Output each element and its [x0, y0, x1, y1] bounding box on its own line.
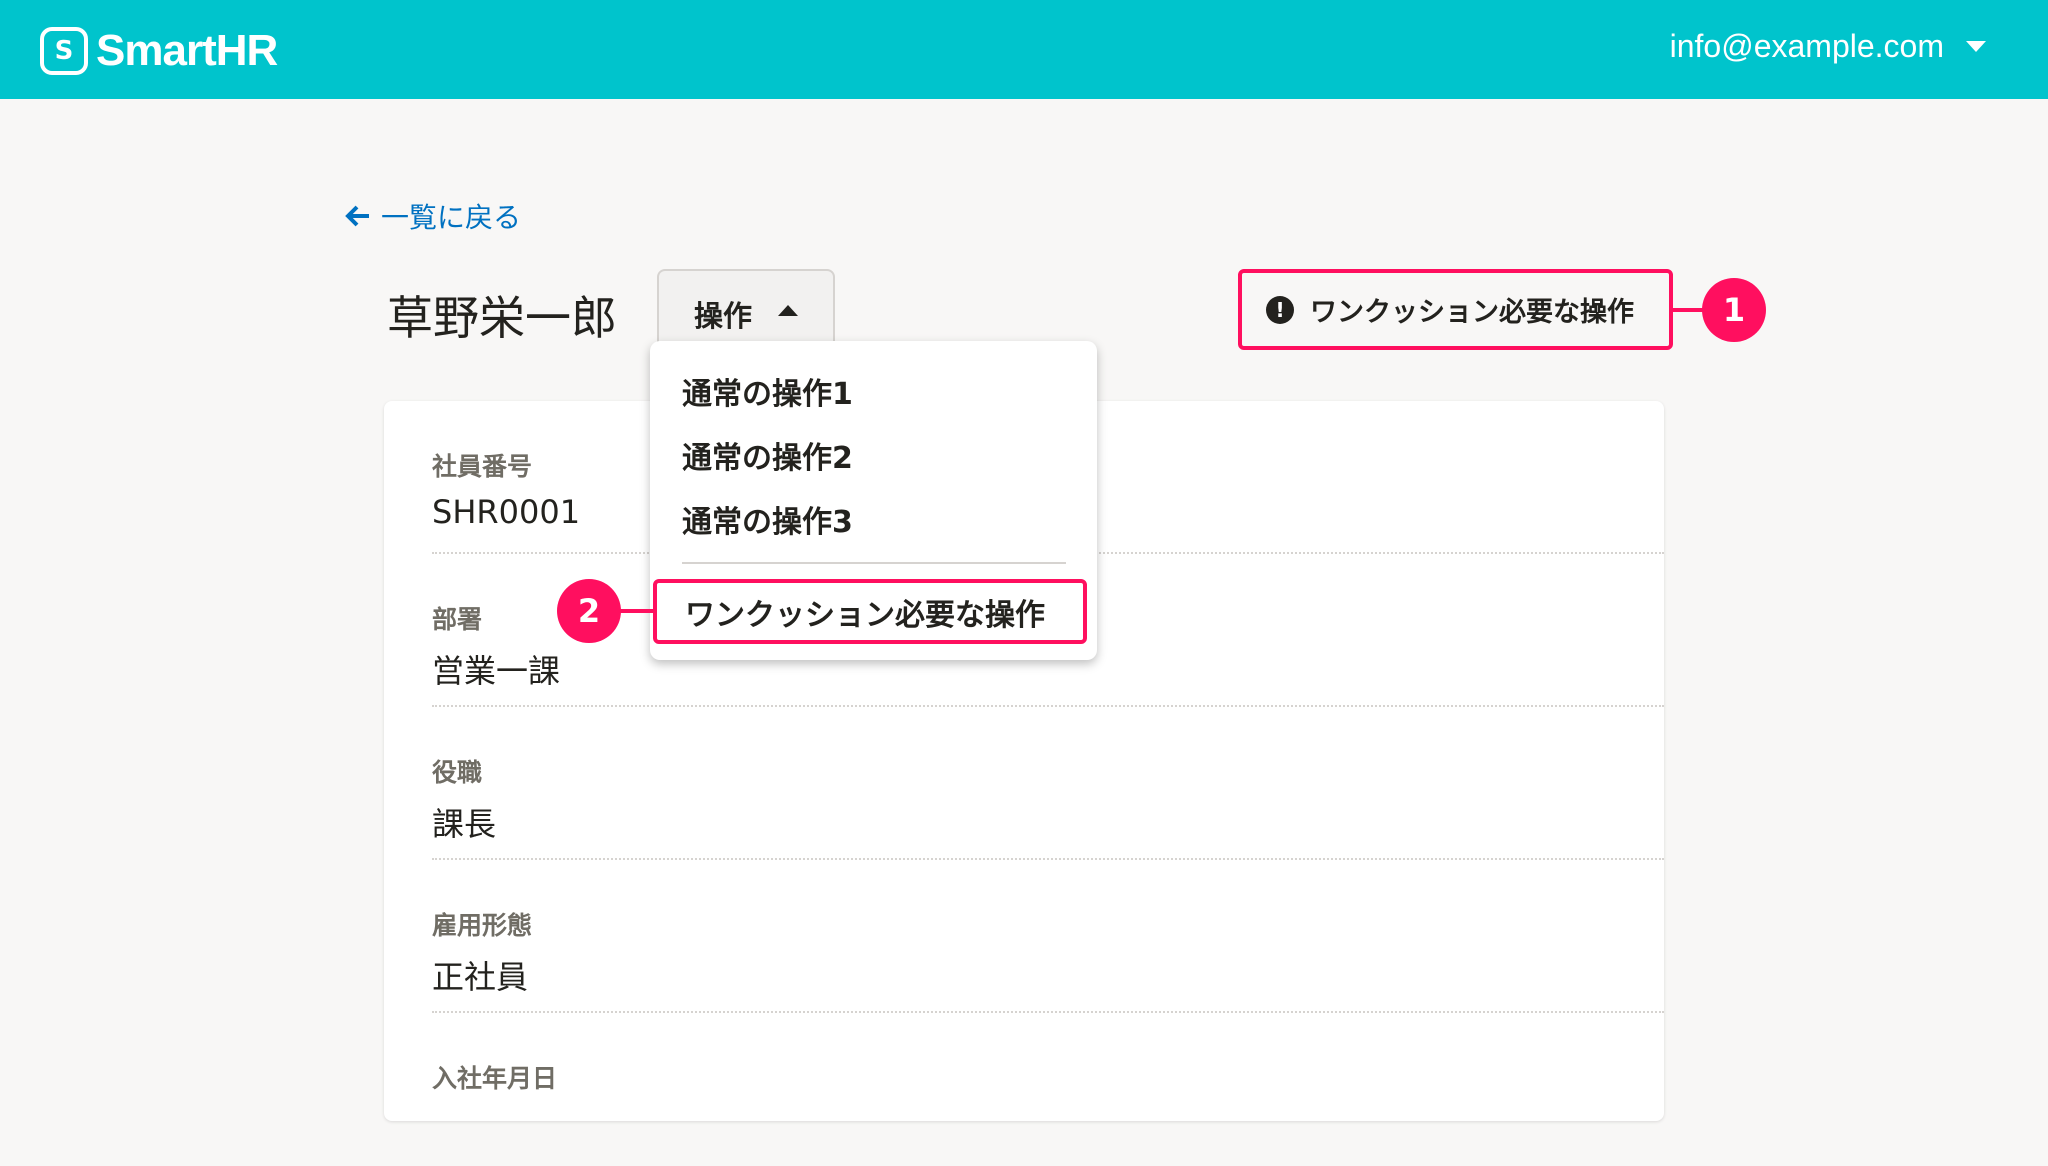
caret-up-icon — [778, 305, 798, 316]
employee-name: 草野栄一郎 — [387, 291, 617, 345]
field-value: 正社員 — [432, 958, 529, 996]
top-header: S SmartHR info@example.com — [0, 0, 2048, 99]
menu-item-normal-3[interactable]: 通常の操作3 — [682, 497, 853, 541]
field-label: 部署 — [432, 605, 483, 634]
annotation-badge-2: 2 — [557, 579, 621, 643]
account-menu[interactable]: info@example.com — [1670, 28, 1986, 65]
back-link-label: 一覧に戻る — [381, 201, 522, 234]
field-label: 入社年月日 — [432, 1064, 558, 1093]
field-value: SHR0001 — [432, 493, 581, 531]
smarthr-logo[interactable]: S SmartHR — [40, 26, 278, 76]
field-label: 役職 — [432, 758, 483, 787]
field-value: 課長 — [432, 805, 497, 843]
menu-divider — [682, 562, 1066, 564]
field-label: 雇用形態 — [432, 911, 533, 940]
account-email: info@example.com — [1669, 28, 1944, 64]
operations-menu: 通常の操作1 通常の操作2 通常の操作3 ワンクッション必要な操作 — [650, 341, 1097, 660]
field-label: 社員番号 — [432, 452, 533, 481]
operations-label: 操作 — [693, 299, 752, 333]
one-click-operation-button[interactable]: ! ワンクッション必要な操作 — [1238, 269, 1673, 350]
menu-item-normal-1[interactable]: 通常の操作1 — [682, 369, 853, 413]
annotation-connector-1 — [1673, 308, 1705, 312]
field-employment-type: 雇用形態 正社員 — [432, 860, 1664, 1013]
annotation-badge-1: 1 — [1702, 278, 1766, 342]
annotation-connector-2 — [620, 609, 655, 613]
warning-button-label: ワンクッション必要な操作 — [1310, 297, 1634, 328]
logo-mark-icon: S — [40, 27, 88, 75]
field-position: 役職 課長 — [432, 707, 1664, 860]
menu-item-one-click[interactable]: ワンクッション必要な操作 — [653, 579, 1087, 644]
menu-item-normal-2[interactable]: 通常の操作2 — [682, 433, 853, 477]
back-to-list-link[interactable]: 一覧に戻る — [343, 196, 521, 236]
field-value: 営業一課 — [432, 652, 561, 690]
logo-text: SmartHR — [96, 26, 278, 75]
caret-down-icon — [1966, 41, 1986, 52]
field-hire-date: 入社年月日 — [432, 1013, 1664, 1166]
exclamation-circle-icon: ! — [1266, 295, 1294, 324]
arrow-left-icon — [345, 205, 369, 227]
